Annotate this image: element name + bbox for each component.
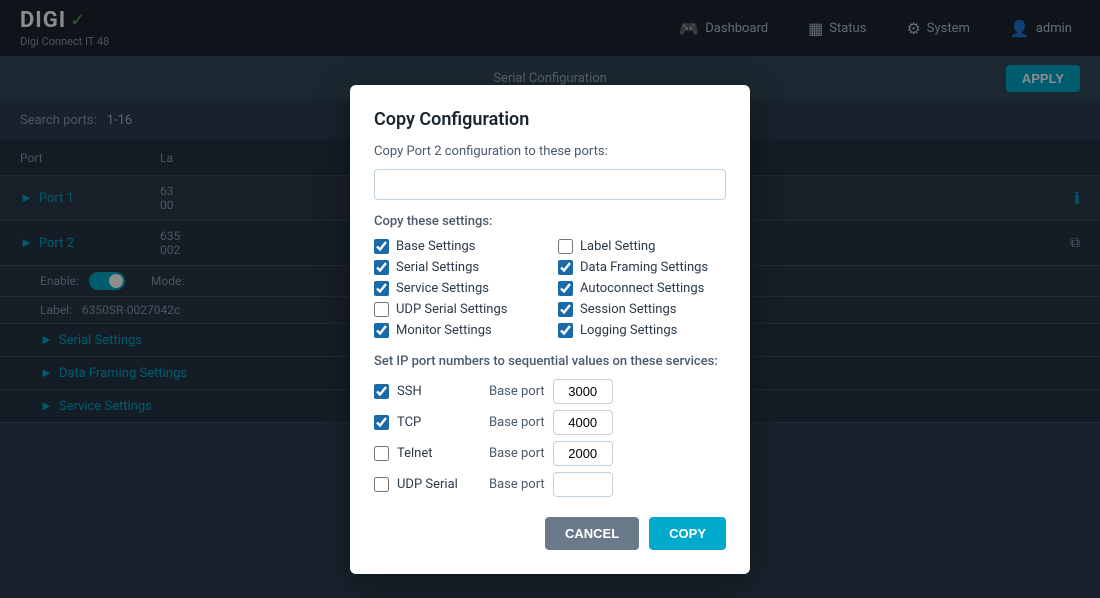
checkbox-data-framing[interactable]: Data Framing Settings xyxy=(558,260,726,275)
ip-row-udpserial: UDP Serial Base port xyxy=(374,472,726,497)
checkbox-service-input[interactable] xyxy=(374,281,389,296)
ip-udpserial-checkbox[interactable] xyxy=(374,477,389,492)
checkbox-udpserial-label: UDP Serial Settings xyxy=(396,302,508,317)
checkbox-service-settings[interactable]: Service Settings xyxy=(374,281,542,296)
checkboxes-grid: Base Settings Label Setting Serial Setti… xyxy=(374,239,726,338)
checkbox-logging-label: Logging Settings xyxy=(580,323,677,338)
copy-button[interactable]: COPY xyxy=(649,517,726,550)
settings-copy-label: Copy these settings: xyxy=(374,214,726,229)
checkbox-monitor-input[interactable] xyxy=(374,323,389,338)
ip-telnet-port-label: Base port xyxy=(489,446,545,461)
checkbox-logging[interactable]: Logging Settings xyxy=(558,323,726,338)
ip-row-tcp: TCP Base port xyxy=(374,410,726,435)
modal-title: Copy Configuration xyxy=(374,109,726,130)
ip-tcp-port-label: Base port xyxy=(489,415,545,430)
checkbox-monitor-label: Monitor Settings xyxy=(396,323,492,338)
ip-udpserial-port-label: Base port xyxy=(489,477,545,492)
checkbox-label-setting[interactable]: Label Setting xyxy=(558,239,726,254)
ip-udpserial-label: UDP Serial xyxy=(397,477,477,492)
checkbox-label-input[interactable] xyxy=(558,239,573,254)
checkbox-autoconnect-label: Autoconnect Settings xyxy=(580,281,704,296)
checkbox-session[interactable]: Session Settings xyxy=(558,302,726,317)
ip-tcp-port-input[interactable] xyxy=(553,410,613,435)
checkbox-serial-settings[interactable]: Serial Settings xyxy=(374,260,542,275)
checkbox-logging-input[interactable] xyxy=(558,323,573,338)
ip-ssh-port-label: Base port xyxy=(489,384,545,399)
modal-overlay: Copy Configuration Copy Port 2 configura… xyxy=(0,0,1100,598)
checkbox-base-input[interactable] xyxy=(374,239,389,254)
checkbox-serial-label: Serial Settings xyxy=(396,260,479,275)
ip-ssh-label: SSH xyxy=(397,384,477,399)
checkbox-monitor[interactable]: Monitor Settings xyxy=(374,323,542,338)
checkbox-session-label: Session Settings xyxy=(580,302,676,317)
ip-ssh-port-input[interactable] xyxy=(553,379,613,404)
ip-telnet-label: Telnet xyxy=(397,446,477,461)
ip-tcp-label: TCP xyxy=(397,415,477,430)
modal-subtitle: Copy Port 2 configuration to these ports… xyxy=(374,144,726,159)
ip-telnet-checkbox[interactable] xyxy=(374,446,389,461)
checkbox-udpserial-input[interactable] xyxy=(374,302,389,317)
checkbox-session-input[interactable] xyxy=(558,302,573,317)
checkbox-udp-serial[interactable]: UDP Serial Settings xyxy=(374,302,542,317)
ip-row-ssh: SSH Base port xyxy=(374,379,726,404)
ip-tcp-checkbox[interactable] xyxy=(374,415,389,430)
ports-input[interactable] xyxy=(374,169,726,200)
checkbox-autoconnect[interactable]: Autoconnect Settings xyxy=(558,281,726,296)
checkbox-dataframing-label: Data Framing Settings xyxy=(580,260,708,275)
ip-section-label: Set IP port numbers to sequential values… xyxy=(374,354,726,369)
checkbox-dataframing-input[interactable] xyxy=(558,260,573,275)
checkbox-autoconnect-input[interactable] xyxy=(558,281,573,296)
checkbox-base-settings[interactable]: Base Settings xyxy=(374,239,542,254)
ip-ssh-checkbox[interactable] xyxy=(374,384,389,399)
ip-telnet-port-input[interactable] xyxy=(553,441,613,466)
cancel-button[interactable]: CANCEL xyxy=(545,517,639,550)
copy-config-modal: Copy Configuration Copy Port 2 configura… xyxy=(350,85,750,574)
checkbox-serial-input[interactable] xyxy=(374,260,389,275)
ip-services-list: SSH Base port TCP Base port Telnet Base … xyxy=(374,379,726,497)
ip-udpserial-port-input[interactable] xyxy=(553,472,613,497)
checkbox-label-text: Label Setting xyxy=(580,239,655,254)
ip-row-telnet: Telnet Base port xyxy=(374,441,726,466)
checkbox-service-label: Service Settings xyxy=(396,281,489,296)
checkbox-base-label: Base Settings xyxy=(396,239,475,254)
modal-actions: CANCEL COPY xyxy=(374,517,726,550)
